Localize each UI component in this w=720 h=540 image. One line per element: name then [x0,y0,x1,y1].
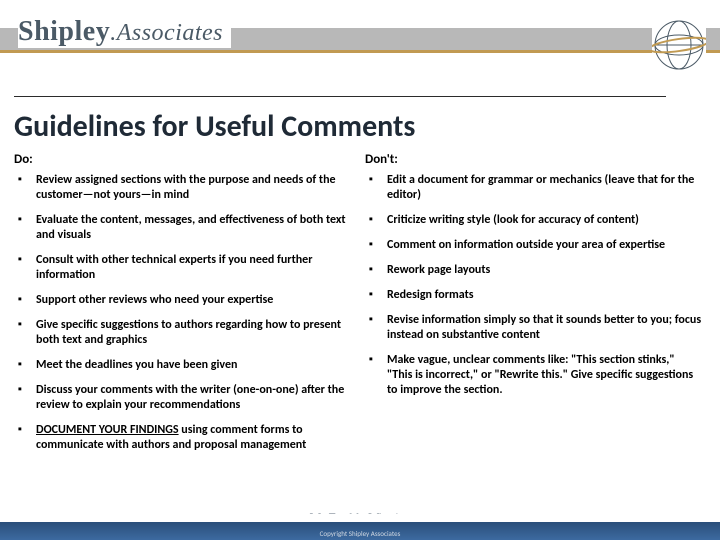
list-item: Criticize writing style (look for accura… [365,213,702,228]
do-column: Do: Review assigned sections with the pu… [14,152,351,463]
list-item: Discuss your comments with the writer (o… [14,383,351,413]
title-divider [14,96,666,97]
list-item: Rework page layouts [365,263,702,278]
globe-icon [652,18,706,72]
list-item: Give specific suggestions to authors reg… [14,318,351,348]
header: Shipley.Associates [0,0,720,88]
content-columns: Do: Review assigned sections with the pu… [14,152,702,463]
footer-copyright: Copyright Shipley Associates [0,529,720,538]
list-item: Review assigned sections with the purpos… [14,173,351,203]
slide-title: Guidelines for Useful Comments [14,108,415,145]
brand-name-light: .Associates [110,20,223,46]
dont-heading: Don't: [365,152,702,167]
list-item: Make vague, unclear comments like: "This… [365,353,702,398]
brand-logo-text: Shipley.Associates [18,16,231,48]
list-item: DOCUMENT YOUR FINDINGS using comment for… [14,423,351,453]
list-item-prefix: DOCUMENT YOUR FINDINGS [36,423,179,437]
list-item: Edit a document for grammar or mechanics… [365,173,702,203]
list-item: Redesign formats [365,288,702,303]
dont-list: Edit a document for grammar or mechanics… [365,173,702,398]
list-item: Support other reviews who need your expe… [14,293,351,308]
header-accent-bar [0,50,720,53]
slide: Shipley.Associates Guidelines for Useful… [0,0,720,540]
footer-bar: Copyright Shipley Associates [0,514,720,540]
do-list: Review assigned sections with the purpos… [14,173,351,453]
dont-column: Don't: Edit a document for grammar or me… [365,152,702,463]
do-heading: Do: [14,152,351,167]
list-item: Evaluate the content, messages, and effe… [14,213,351,243]
list-item: Consult with other technical experts if … [14,253,351,283]
list-item: Comment on information outside your area… [365,238,702,253]
list-item: Revise information simply so that it sou… [365,313,702,343]
brand-name-bold: Shipley [18,16,110,47]
list-item: Meet the deadlines you have been given [14,358,351,373]
